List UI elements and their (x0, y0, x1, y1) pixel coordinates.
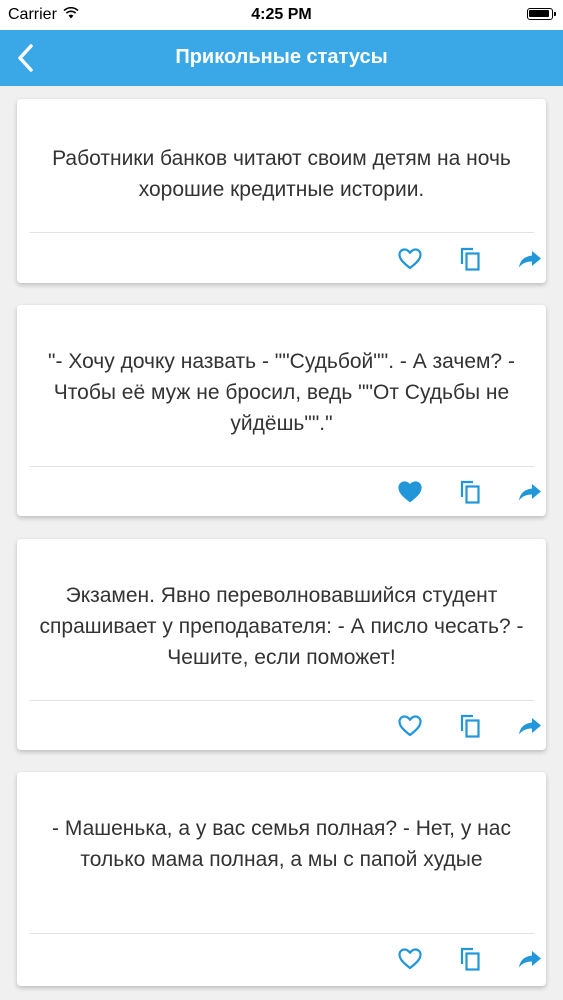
card-divider (29, 232, 534, 233)
like-button[interactable] (390, 939, 430, 979)
card-actions (346, 239, 546, 279)
status-text: "- Хочу дочку назвать - ""Судьбой"". - А… (48, 350, 515, 435)
copy-button[interactable] (450, 472, 490, 512)
nav-bar: Прикольные статусы (0, 30, 563, 86)
share-button[interactable] (510, 706, 550, 746)
copy-icon (460, 480, 480, 504)
copy-icon (460, 947, 480, 971)
card-actions (346, 939, 546, 979)
copy-button[interactable] (450, 706, 490, 746)
copy-icon (460, 714, 480, 738)
card-divider (29, 933, 534, 934)
share-button[interactable] (510, 939, 550, 979)
heart-filled-icon (398, 481, 422, 503)
share-arrow-icon (519, 484, 541, 501)
copy-button[interactable] (450, 939, 490, 979)
status-text: - Машенька, а у вас семья полная? - Нет,… (52, 817, 511, 871)
status-card: Экзамен. Явно переволновавшийся студент … (17, 539, 546, 750)
card-divider (29, 700, 534, 701)
status-bar: Carrier 4:25 PM (0, 0, 563, 30)
status-card: "- Хочу дочку назвать - ""Судьбой"". - А… (17, 305, 546, 516)
like-button[interactable] (390, 706, 430, 746)
share-arrow-icon (519, 251, 541, 268)
share-arrow-icon (519, 951, 541, 968)
share-arrow-icon (519, 718, 541, 735)
share-button[interactable] (510, 239, 550, 279)
like-button-active[interactable] (390, 472, 430, 512)
status-time: 4:25 PM (251, 6, 312, 23)
status-text: Экзамен. Явно переволновавшийся студент … (39, 584, 524, 669)
card-actions (346, 472, 546, 512)
battery-icon (527, 8, 556, 20)
page-title: Прикольные статусы (175, 46, 388, 68)
status-card: Работники банков читают своим детям на н… (17, 99, 546, 283)
heart-icon (398, 715, 422, 737)
status-text: Работники банков читают своим детям на н… (52, 147, 511, 201)
card-divider (29, 466, 534, 467)
card-actions (346, 706, 546, 746)
status-card: - Машенька, а у вас семья полная? - Нет,… (17, 772, 546, 986)
heart-icon (398, 948, 422, 970)
share-button[interactable] (510, 472, 550, 512)
like-button[interactable] (390, 239, 430, 279)
copy-icon (460, 247, 480, 271)
heart-icon (398, 248, 422, 270)
copy-button[interactable] (450, 239, 490, 279)
